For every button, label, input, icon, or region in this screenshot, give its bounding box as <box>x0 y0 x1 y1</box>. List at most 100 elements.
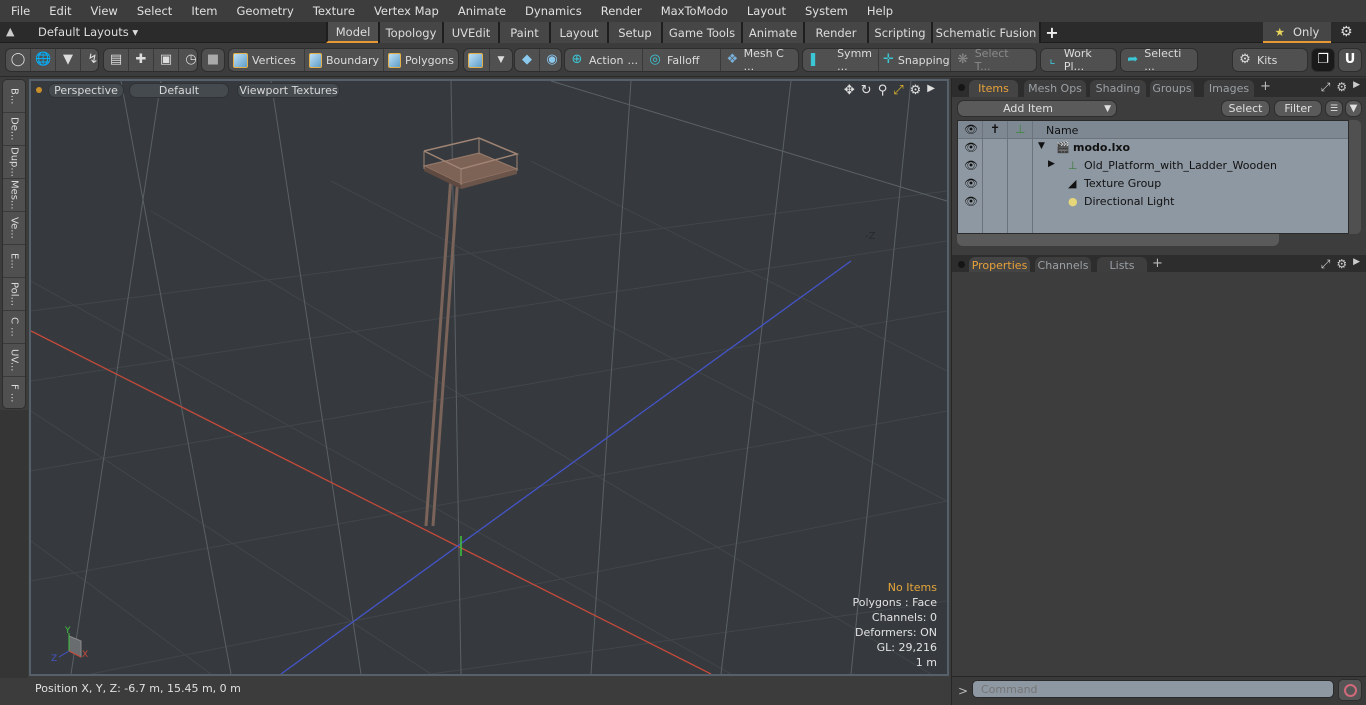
transform-button[interactable]: ◆ <box>515 49 540 71</box>
tab-model[interactable]: Model <box>326 22 378 43</box>
maximize-icon[interactable]: ⤢ <box>893 83 903 98</box>
perspective-button[interactable]: Perspective <box>48 83 124 98</box>
expand-icon[interactable]: ⤢ <box>1321 257 1331 272</box>
left-tool-mesh[interactable]: Mes... <box>3 179 25 212</box>
tab-items[interactable]: Items <box>969 80 1018 97</box>
snapping-button[interactable]: ✛ Snapping <box>879 49 951 71</box>
tab-setup[interactable]: Setup <box>607 22 661 43</box>
left-tool-duplicate[interactable]: Dup... <box>3 146 25 179</box>
menu-view[interactable]: View <box>80 4 126 18</box>
tree-horizontal-scrollbar[interactable] <box>957 234 1279 246</box>
menu-dynamics[interactable]: Dynamics <box>514 4 590 18</box>
left-tool-edge[interactable]: E... <box>3 245 25 278</box>
tab-groups[interactable]: Groups <box>1150 80 1194 97</box>
menu-vertex-map[interactable]: Vertex Map <box>363 4 447 18</box>
work-plane-button[interactable]: ⌞ Work Pl... <box>1040 47 1117 73</box>
expand-icon[interactable]: ⤢ <box>1321 80 1331 95</box>
expand-right-icon[interactable]: ▶ <box>927 83 935 98</box>
name-column-header[interactable]: Name <box>1046 124 1078 137</box>
menu-layout[interactable]: Layout <box>736 4 794 18</box>
viewport-textures-button[interactable]: Viewport Textures <box>237 83 340 98</box>
items-mode-button[interactable]: ■ <box>201 48 225 72</box>
tab-images[interactable]: Images <box>1204 80 1254 97</box>
tree-row[interactable]: 👁 ◢ Texture Group <box>958 175 1348 193</box>
expand-arrow-icon[interactable]: ▶ <box>1048 159 1055 169</box>
material-button[interactable] <box>464 49 490 71</box>
left-tool-b[interactable]: B... <box>3 80 25 113</box>
pan-icon[interactable]: ✥ <box>844 83 855 98</box>
select-through-button[interactable]: ❋ Select T... <box>951 47 1031 73</box>
pivot-button[interactable]: ◉ <box>540 49 564 71</box>
select-button[interactable]: Select <box>1221 100 1270 117</box>
only-button[interactable]: ★ Only <box>1263 22 1331 43</box>
rotate-icon[interactable]: ↻ <box>861 83 872 98</box>
add-item-button[interactable]: Add Item ▼ <box>957 100 1117 117</box>
cross-tool-button[interactable]: ✚ <box>129 49 154 71</box>
frame-tool-button[interactable]: ▣ <box>154 49 179 71</box>
tree-vertical-scrollbar[interactable] <box>1349 120 1361 234</box>
panel-arrow-icon[interactable]: ▶ <box>1353 257 1360 272</box>
viewport-status-dot[interactable] <box>36 87 42 93</box>
tab-game-tools[interactable]: Game Tools <box>661 22 741 43</box>
viewport-gear-icon[interactable]: ⚙ <box>910 83 922 98</box>
material-dropdown[interactable]: ▼ <box>490 49 512 71</box>
lock-column[interactable]: ✝ <box>983 121 1008 138</box>
menu-edit[interactable]: Edit <box>38 4 79 18</box>
default-layouts-dropdown[interactable]: Default Layouts ▾ <box>38 25 138 39</box>
dial-tool-button[interactable]: ◷ <box>179 49 203 71</box>
tab-uvedit[interactable]: UVEdit <box>442 22 498 43</box>
menu-texture[interactable]: Texture <box>302 4 363 18</box>
circle-tool-button[interactable]: ◯ <box>6 49 31 71</box>
polygons-button[interactable]: Polygons <box>384 49 458 71</box>
tree-row[interactable]: 👁 ● Directional Light <box>958 193 1348 211</box>
vertices-button[interactable]: Vertices <box>229 49 305 71</box>
eye-icon[interactable]: 👁 <box>964 195 978 208</box>
panel-gear-icon[interactable]: ⚙ <box>1336 80 1347 95</box>
tab-scripting[interactable]: Scripting <box>867 22 931 43</box>
visibility-column[interactable]: 👁 <box>958 121 983 138</box>
selection-sets-button[interactable]: ➦ Selecti ... <box>1120 47 1198 73</box>
list-options-button[interactable]: ☰ <box>1325 100 1343 117</box>
left-tool-fusion[interactable]: F ... <box>3 377 25 410</box>
funnel-button[interactable]: ▼ <box>1345 100 1362 117</box>
command-input[interactable] <box>972 680 1334 698</box>
falloff-button[interactable]: ◎ Falloff <box>643 49 721 71</box>
left-tool-polygon[interactable]: Pol... <box>3 278 25 311</box>
tab-schematic-fusion[interactable]: Schematic Fusion <box>931 22 1039 43</box>
tree-row[interactable]: 👁 ▼ 🎬 modo.lxo <box>958 139 1348 157</box>
menu-item[interactable]: Item <box>180 4 225 18</box>
add-tab-icon[interactable]: + <box>1152 256 1163 271</box>
tab-shading[interactable]: Shading <box>1090 80 1146 97</box>
add-tab-icon[interactable]: + <box>1039 22 1063 43</box>
menu-file[interactable]: File <box>0 4 38 18</box>
menu-render[interactable]: Render <box>590 4 650 18</box>
left-tool-vertex[interactable]: Ve... <box>3 212 25 245</box>
collapse-arrow-icon[interactable]: ▼ <box>1038 141 1045 151</box>
panel-arrow-icon[interactable]: ▶ <box>1353 80 1360 95</box>
globe-tool-button[interactable]: 🌐 <box>31 49 56 71</box>
tab-render[interactable]: Render <box>803 22 867 43</box>
left-tool-deform[interactable]: De... <box>3 113 25 146</box>
tab-layout[interactable]: Layout <box>549 22 607 43</box>
tab-paint[interactable]: Paint <box>498 22 549 43</box>
menu-geometry[interactable]: Geometry <box>226 4 302 18</box>
shading-default-button[interactable]: Default <box>129 83 229 98</box>
type-column[interactable]: ⊥ <box>1008 121 1033 138</box>
menu-select[interactable]: Select <box>126 4 180 18</box>
gear-icon[interactable]: ⚙ <box>1340 24 1353 40</box>
kits-button[interactable]: ⚙ Kits <box>1232 48 1308 72</box>
collapse-up-icon[interactable]: ▲ <box>6 25 20 39</box>
boundary-button[interactable]: Boundary <box>305 49 384 71</box>
menu-system[interactable]: System <box>794 4 856 18</box>
panel-dot-icon[interactable] <box>958 261 965 268</box>
tab-topology[interactable]: Topology <box>378 22 442 43</box>
tab-mesh-ops[interactable]: Mesh Ops <box>1024 80 1086 97</box>
tree-row[interactable]: 👁 ▶ ⊥ Old_Platform_with_Ladder_Wooden <box>958 157 1348 175</box>
eye-icon[interactable]: 👁 <box>964 159 978 172</box>
menu-help[interactable]: Help <box>856 4 901 18</box>
bezier-tool-button[interactable]: ↯ <box>81 49 105 71</box>
panel-dot-icon[interactable] <box>958 84 965 91</box>
tab-animate[interactable]: Animate <box>741 22 803 43</box>
panel-gear-icon[interactable]: ⚙ <box>1336 257 1347 272</box>
align-tool-button[interactable]: ▤ <box>104 49 129 71</box>
